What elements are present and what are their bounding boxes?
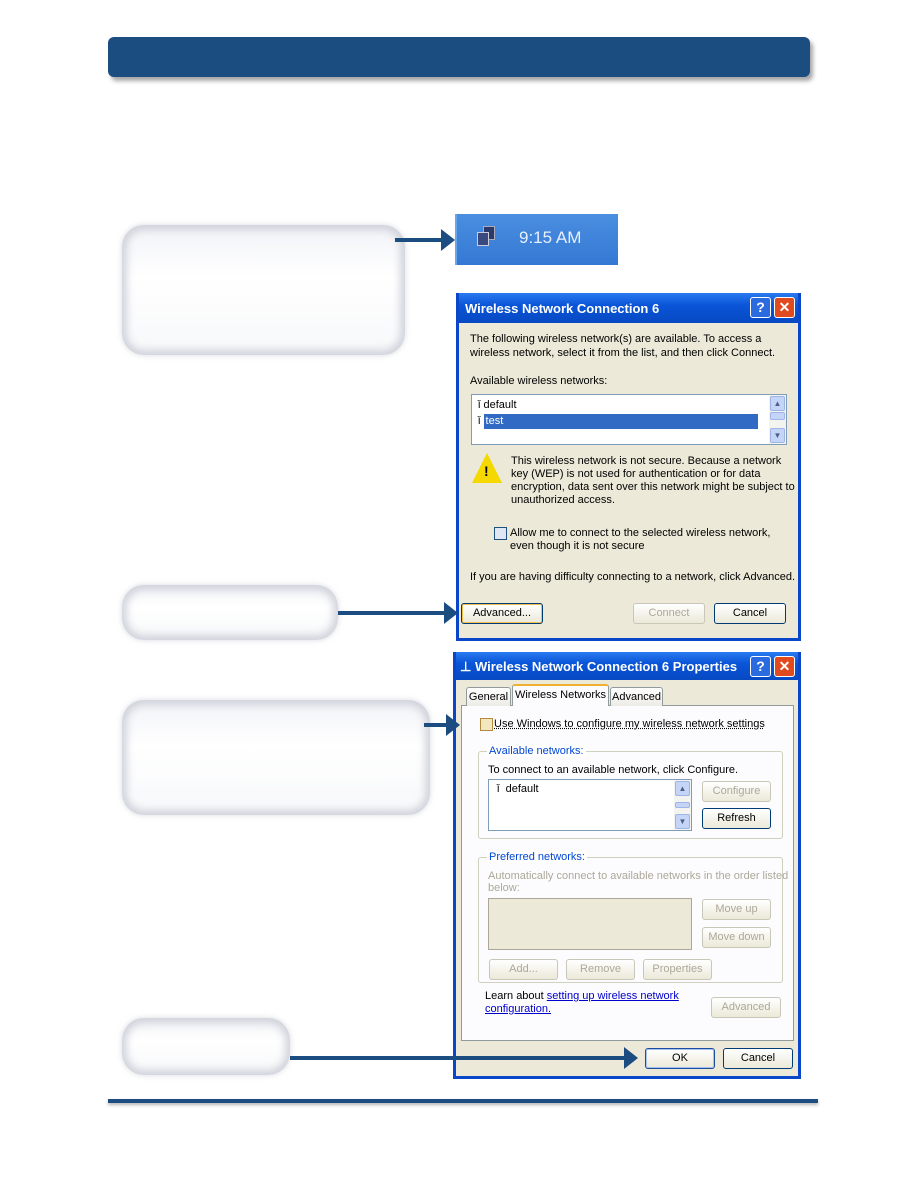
scroll-thumb[interactable] — [770, 412, 785, 420]
learn-link[interactable]: setting up wireless network — [547, 990, 679, 1002]
page-footer-line — [108, 1099, 818, 1103]
list-item-selected[interactable]: ǐ test — [478, 414, 766, 429]
page-header-bar — [108, 37, 810, 77]
group-legend: Preferred networks: — [487, 851, 587, 863]
network-connection-icon[interactable] — [477, 226, 497, 248]
scrollbar[interactable]: ▲ ▼ — [674, 780, 691, 830]
warning-text: unauthorized access. — [511, 494, 615, 506]
callout-box-1 — [122, 225, 405, 355]
wireless-connection-dialog: Wireless Network Connection 6 ? ✕ The fo… — [456, 293, 801, 641]
cancel-button[interactable]: Cancel — [714, 603, 786, 624]
network-icon: ⊥ — [460, 659, 472, 674]
close-button[interactable]: ✕ — [774, 297, 795, 318]
network-name: test — [483, 414, 758, 429]
group-legend: Available networks: — [487, 745, 586, 757]
group-text: below: — [488, 882, 520, 894]
help-button[interactable]: ? — [750, 297, 771, 318]
warning-icon-mark: ! — [484, 463, 489, 479]
dialog-title: Wireless Network Connection 6 Properties — [474, 659, 738, 674]
arrow-4 — [290, 1056, 626, 1060]
group-text: Automatically connect to available netwo… — [488, 870, 789, 882]
list-item[interactable]: ǐ default — [478, 398, 766, 413]
properties-dialog: ⊥ Wireless Network Connection 6 Properti… — [453, 652, 801, 1079]
warning-text: This wireless network is not secure. Bec… — [511, 455, 782, 467]
arrow-1-head — [441, 229, 455, 251]
refresh-button[interactable]: Refresh — [702, 808, 771, 829]
scroll-down-icon[interactable]: ▼ — [675, 814, 690, 829]
arrow-1 — [395, 238, 443, 242]
move-down-button[interactable]: Move down — [702, 927, 771, 948]
properties-button[interactable]: Properties — [643, 959, 712, 980]
network-name: default — [483, 399, 517, 411]
list-label: Available wireless networks: — [470, 375, 608, 387]
arrow-3-head — [446, 714, 460, 736]
cancel-button[interactable]: Cancel — [723, 1048, 793, 1069]
allow-label[interactable]: Allow me to connect to the selected wire… — [510, 527, 770, 539]
arrow-3 — [424, 723, 448, 727]
tab-wireless-networks[interactable]: Wireless Networks — [512, 684, 609, 706]
allow-checkbox[interactable] — [494, 527, 507, 540]
move-up-button[interactable]: Move up — [702, 899, 771, 920]
scroll-up-icon[interactable]: ▲ — [770, 396, 785, 411]
ok-button[interactable]: OK — [645, 1048, 715, 1069]
available-networks-group: Available networks: To connect to an ava… — [478, 745, 783, 839]
callout-box-3 — [122, 700, 430, 815]
configure-button[interactable]: Configure — [702, 781, 771, 802]
title-bar: ⊥ Wireless Network Connection 6 Properti… — [456, 652, 798, 680]
arrow-4-head — [624, 1047, 638, 1069]
tab-panel: Use Windows to configure my wireless net… — [461, 705, 794, 1041]
tab-advanced[interactable]: Advanced — [610, 687, 663, 706]
callout-box-2 — [122, 585, 338, 640]
use-windows-label[interactable]: Use Windows to configure my wireless net… — [494, 718, 765, 730]
scroll-down-icon[interactable]: ▼ — [770, 428, 785, 443]
intro-text: The following wireless network(s) are av… — [470, 333, 762, 345]
arrow-2-head — [444, 602, 458, 624]
advanced-button[interactable]: Advanced... — [461, 603, 543, 624]
use-windows-checkbox[interactable] — [480, 718, 493, 731]
help-button[interactable]: ? — [750, 656, 771, 677]
title-bar: Wireless Network Connection 6 ? ✕ — [459, 293, 798, 323]
learn-text: Learn about — [485, 990, 547, 1002]
preferred-network-list[interactable] — [488, 898, 692, 950]
scrollbar[interactable]: ▲ ▼ — [769, 395, 786, 444]
advanced-button[interactable]: Advanced — [711, 997, 781, 1018]
clock[interactable]: 9:15 AM — [519, 228, 581, 248]
scroll-up-icon[interactable]: ▲ — [675, 781, 690, 796]
system-tray: 9:15 AM — [455, 214, 618, 265]
available-network-list[interactable]: ǐ default ▲ ▼ — [488, 779, 692, 831]
network-list[interactable]: ǐ default ǐ test ▲ ▼ — [471, 394, 787, 445]
antenna-icon: ǐ — [478, 399, 481, 411]
learn-link[interactable]: configuration. — [485, 1003, 551, 1015]
add-button[interactable]: Add... — [489, 959, 558, 980]
close-button[interactable]: ✕ — [774, 656, 795, 677]
intro-text: wireless network, select it from the lis… — [470, 347, 776, 359]
network-name: default — [505, 783, 539, 795]
connect-button[interactable]: Connect — [633, 603, 705, 624]
callout-box-4 — [122, 1018, 290, 1075]
remove-button[interactable]: Remove — [566, 959, 635, 980]
antenna-icon: ǐ — [497, 783, 500, 795]
group-text: To connect to an available network, clic… — [488, 764, 739, 776]
tab-general[interactable]: General — [466, 687, 511, 706]
warning-text: encryption, data sent over this network … — [511, 481, 795, 493]
antenna-icon: ǐ — [478, 415, 481, 427]
dialog-title: Wireless Network Connection 6 — [465, 301, 660, 316]
scroll-thumb[interactable] — [675, 802, 690, 808]
warning-text: key (WEP) is not used for authentication… — [511, 468, 761, 480]
arrow-2 — [338, 611, 446, 615]
list-item[interactable]: ǐ default — [497, 783, 539, 795]
allow-label[interactable]: even though it is not secure — [510, 540, 645, 552]
help-text: If you are having difficulty connecting … — [470, 571, 796, 583]
preferred-networks-group: Preferred networks: Automatically connec… — [478, 851, 788, 983]
